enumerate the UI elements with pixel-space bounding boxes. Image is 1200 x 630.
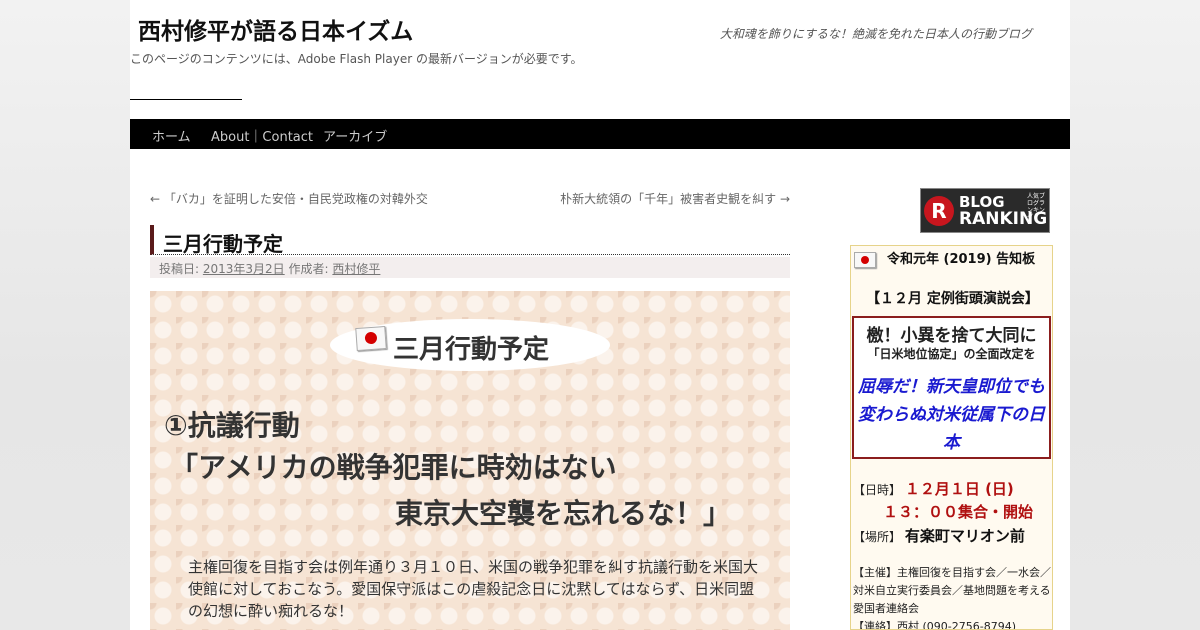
nav-item-about-contact[interactable]: About｜Contact [211, 126, 313, 145]
page-container: 西村修平が語る日本イズム 大和魂を飾りにするな！絶滅を免れた日本人の行動ブログ … [130, 0, 1070, 630]
notice-headline-2: 「日米地位協定」の全面改定を [867, 347, 1036, 361]
notice-title: 令和元年 (2019) 告知板 [887, 252, 1036, 267]
quote-line-2: 東京大空襲を忘れるな！」 [395, 497, 732, 530]
contact-text: 【連絡】西村 (090-2756-8794) [853, 620, 1017, 630]
notice-highlight-box: 檄！小異を捨て大同に 「日米地位協定」の全面改定を 屈辱だ！新天皇即位でも変わら… [852, 316, 1051, 459]
site-tagline: 大和魂を飾りにするな！絶滅を免れた日本人の行動ブログ [719, 27, 1032, 41]
notice-headline-1: 檄！小異を捨て大同に [866, 326, 1037, 346]
author-label: 作成者: [288, 262, 329, 276]
notice-time-line: １３：００集合・開始 [883, 501, 1033, 522]
organizer-text: 【主催】主権回復を目指す会／一水会／対米自立実行委員会／基地問題を考える愛国者連… [853, 566, 1051, 615]
notice-board: 令和元年 (2019) 告知板 【１２月 定例街頭演説会】 檄！小異を捨て大同に… [850, 245, 1053, 630]
japan-flag-icon [854, 252, 876, 268]
prev-post-link[interactable]: ← 「バカ」を証明した安倍・自民党政権の対韓外交 [150, 190, 428, 207]
flash-player-message: このページのコンテンツには、Adobe Flash Player の最新バージョ… [130, 52, 583, 66]
entry-title-text[interactable]: 三月行動予定 [163, 228, 283, 257]
site-title[interactable]: 西村修平が語る日本イズム [138, 12, 413, 46]
notice-organizer: 【主催】主権回復を目指す会／一水会／対米自立実行委員会／基地問題を考える愛国者連… [853, 564, 1052, 630]
ranking-logo-icon: R [924, 196, 954, 226]
main-nav: ホーム About｜Contact アーカイブ [130, 119, 1070, 149]
time-value: １３：００集合・開始 [883, 503, 1034, 521]
date-value: １２月１日 (日) [904, 480, 1014, 498]
notice-headline-3: 屈辱だ！新天皇即位でも変わらぬ対米従属下の日本 [858, 377, 1045, 453]
post-image-panel: 三月行動予定 ①抗議行動 「アメリカの戦争犯罪に時効はない 東京大空襲を忘れるな… [150, 291, 790, 630]
notice-date-line: 【日時】 １２月１日 (日) [853, 478, 1014, 499]
divider [130, 99, 242, 100]
banner-small-text: 人気ブログランキング [1027, 193, 1046, 221]
quote-line-1: 「アメリカの戦争犯罪に時効はない [170, 451, 617, 484]
notice-subtitle: 【１２月 定例街頭演説会】 [866, 291, 1039, 307]
date-label: 【日時】 [853, 483, 902, 497]
nav-item-archive[interactable]: アーカイブ [323, 126, 387, 145]
next-post-link[interactable]: 朴新大統領の「千年」被害者史観を糾す → [560, 190, 790, 207]
place-label: 【場所】 [853, 530, 902, 544]
posted-label: 投稿日: [159, 262, 200, 276]
entry-title: 三月行動予定 [150, 225, 790, 257]
panel-body-text: 主権回復を目指す会は例年通り３月１０日、米国の戦争犯罪を糾す抗議行動を米国大使館… [188, 558, 759, 620]
blog-ranking-banner[interactable]: R BLOG RANKING 人気ブログランキング [920, 188, 1050, 233]
notice-place-line: 【場所】 有楽町マリオン前 [853, 525, 1025, 546]
japan-flag-icon [355, 325, 387, 352]
entry-meta: 投稿日: 2013年3月2日 作成者: 西村修平 [150, 257, 790, 278]
panel-title: 三月行動予定 [393, 335, 550, 365]
nav-item-home[interactable]: ホーム [152, 126, 191, 145]
section-heading: ①抗議行動 [164, 409, 300, 442]
post-date-link[interactable]: 2013年3月2日 [203, 262, 285, 276]
place-value: 有楽町マリオン前 [904, 527, 1025, 545]
author-link[interactable]: 西村修平 [332, 262, 380, 276]
